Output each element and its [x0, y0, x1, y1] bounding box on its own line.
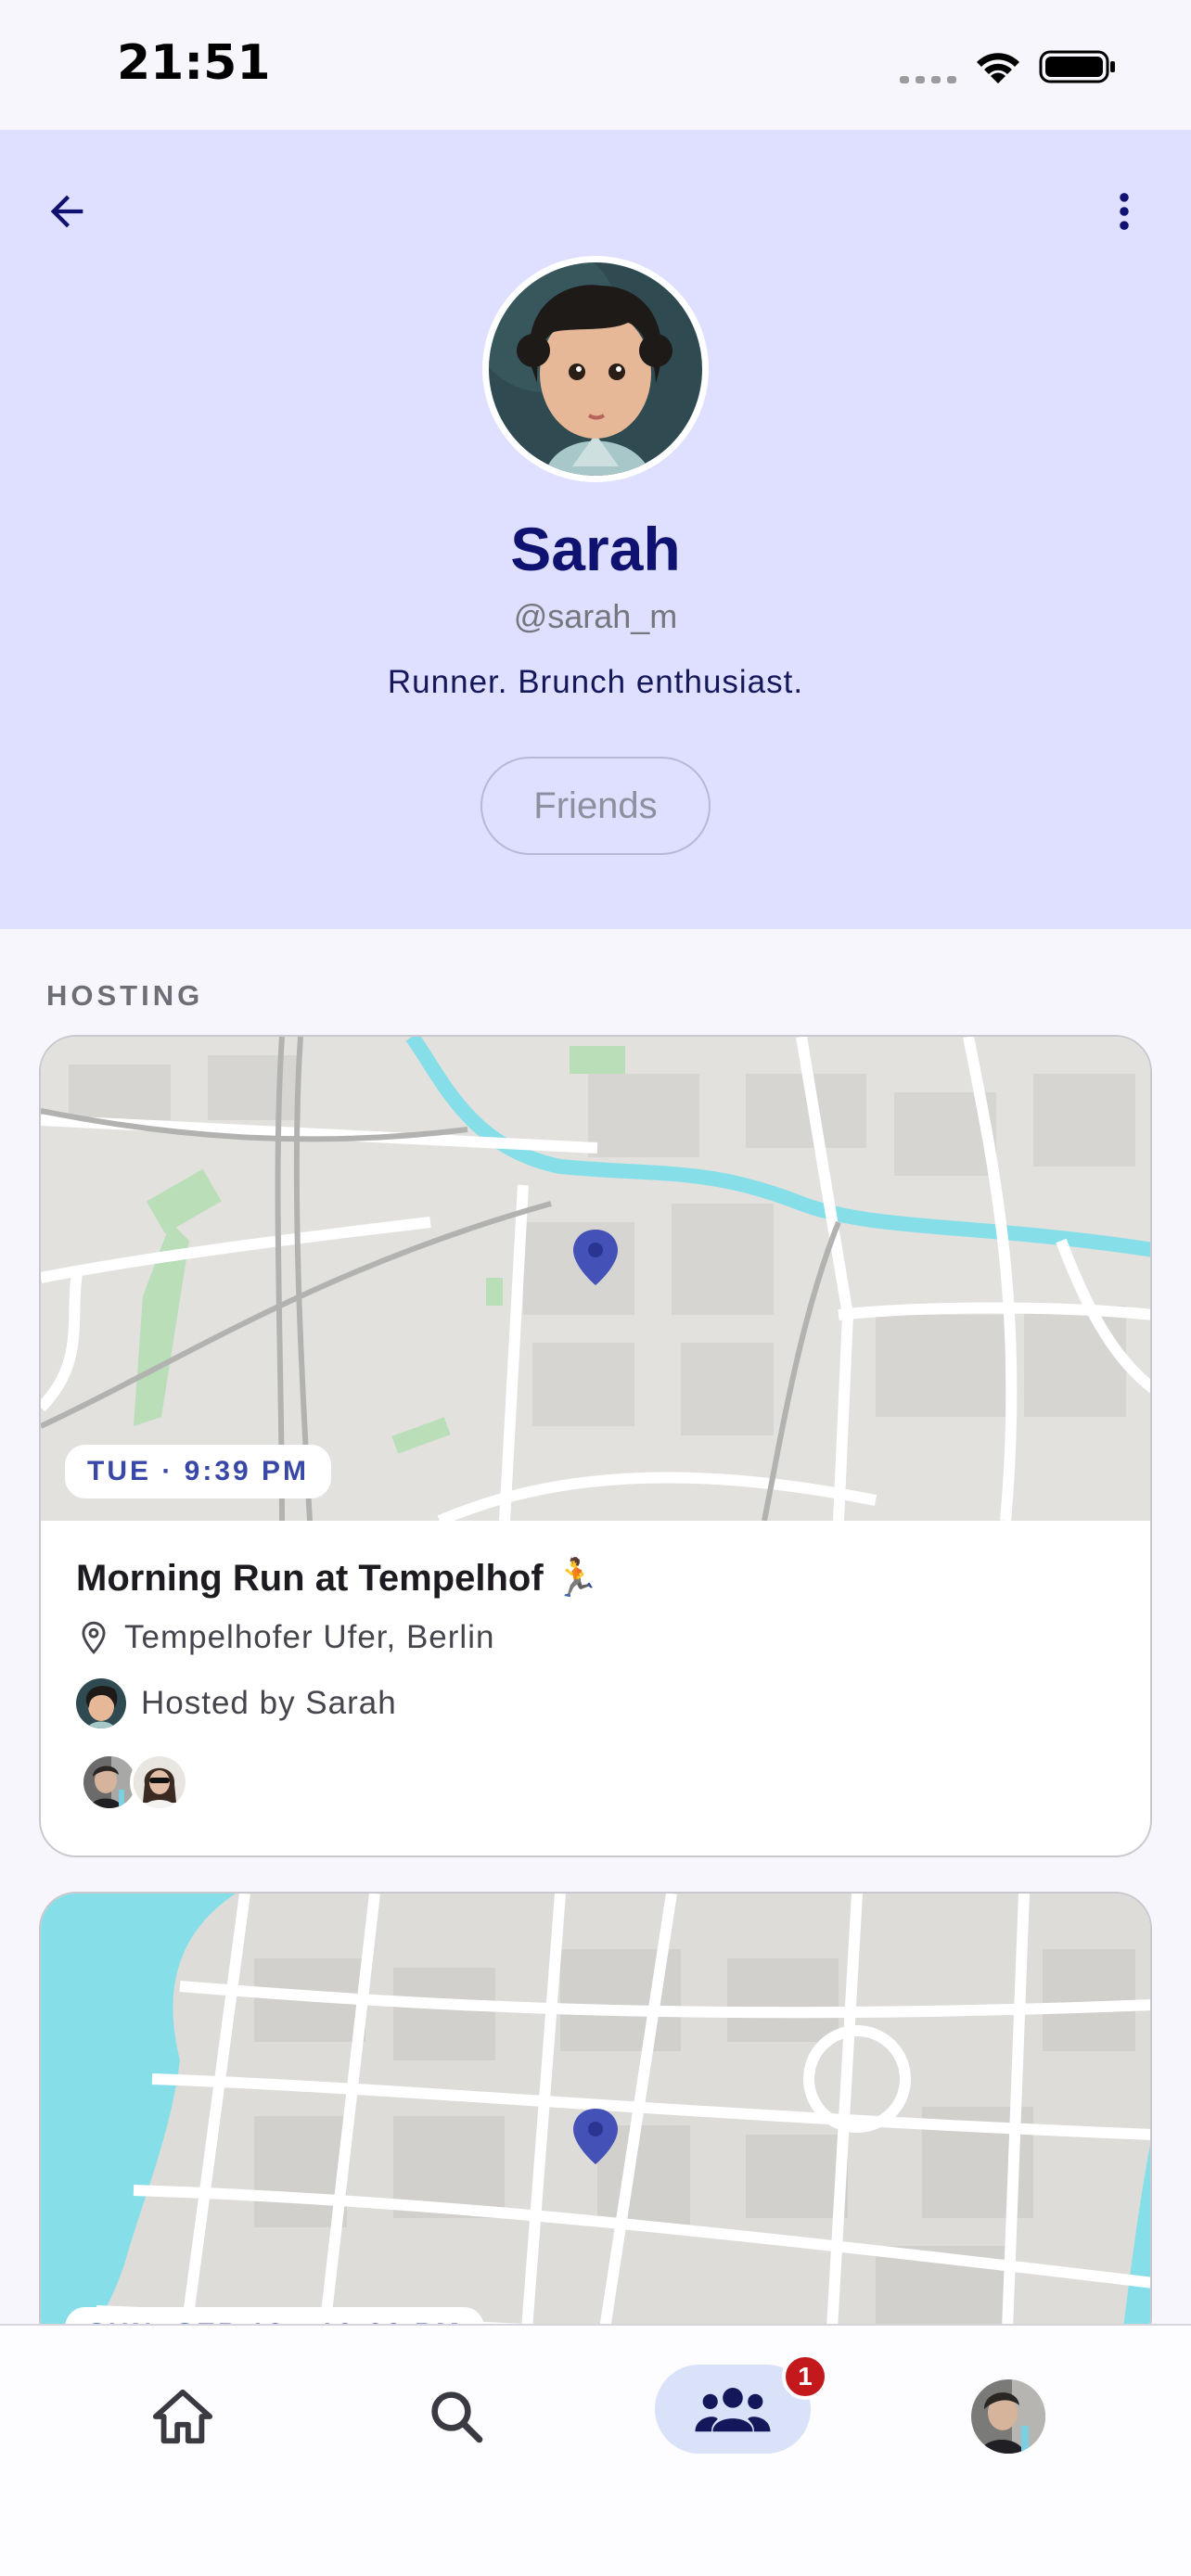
nav-search[interactable] — [401, 2361, 512, 2472]
event-card[interactable]: TUE · 9:39 PM Morning Run at Tempelhof 🏃… — [39, 1035, 1152, 1857]
host-row: Hosted by Sarah — [76, 1678, 397, 1728]
search-icon — [431, 2391, 483, 2443]
event-card[interactable]: SUN, SEP 13 · 10:00 PM — [39, 1892, 1152, 2355]
profile-bio: Runner. Brunch enthusiast. — [387, 664, 804, 700]
location-pin-icon — [82, 1621, 106, 1654]
notification-badge: 1 — [782, 2353, 828, 2400]
event-time-chip: TUE · 9:39 PM — [65, 1445, 332, 1498]
status-bar: 21:51 — [0, 0, 1191, 130]
wifi-icon — [977, 53, 1019, 83]
more-vertical-icon — [1120, 193, 1129, 230]
profile-handle: @sarah_m — [513, 597, 678, 635]
more-options-button[interactable] — [1091, 178, 1158, 245]
event-location: Tempelhofer Ufer, Berlin — [124, 1619, 495, 1655]
event-host: Hosted by Sarah — [141, 1685, 397, 1721]
nav-profile[interactable] — [953, 2361, 1064, 2472]
back-button[interactable] — [33, 178, 100, 245]
bottom-navigation: 1 — [0, 2324, 1191, 2576]
event-title: Morning Run at Tempelhof 🏃 — [76, 1558, 600, 1599]
cellular-signal-icon — [900, 76, 956, 83]
profile-name: Sarah — [510, 515, 681, 583]
profile-avatar — [482, 256, 709, 482]
battery-icon — [1039, 50, 1115, 83]
arrow-back-icon — [50, 195, 83, 228]
home-icon — [152, 2389, 213, 2444]
attendee-avatar — [130, 1753, 189, 1812]
event-map — [41, 1894, 1150, 2353]
friends-button[interactable]: Friends — [480, 757, 711, 855]
nav-home[interactable] — [127, 2361, 238, 2472]
attendees-list[interactable] — [80, 1753, 189, 1812]
section-label-hosting: HOSTING — [46, 979, 204, 1012]
host-avatar — [76, 1678, 126, 1728]
profile-header: Sarah @sarah_m Runner. Brunch enthusiast… — [0, 130, 1191, 929]
nav-profile-avatar — [971, 2379, 1045, 2454]
status-time: 21:51 — [117, 35, 271, 91]
friends-icon — [695, 2388, 771, 2432]
event-location-row: Tempelhofer Ufer, Berlin — [76, 1619, 494, 1656]
